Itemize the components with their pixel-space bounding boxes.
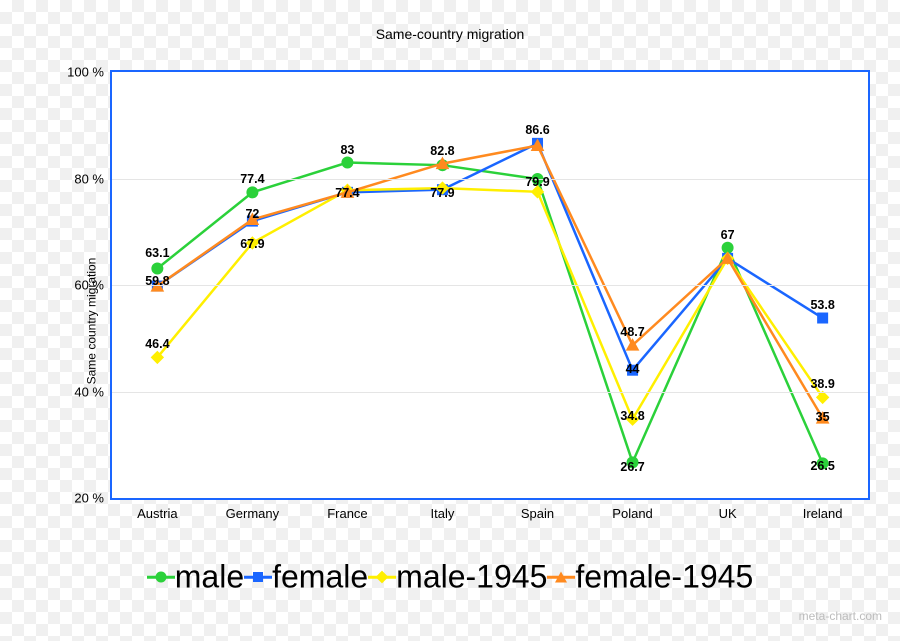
legend-label: male bbox=[175, 559, 244, 595]
data-label: 48.7 bbox=[620, 325, 644, 339]
legend-label: female bbox=[272, 559, 368, 595]
y-tick: 100 % bbox=[67, 65, 112, 80]
data-label: 38.9 bbox=[810, 377, 834, 391]
legend-label: male-1945 bbox=[396, 559, 547, 595]
data-label: 46.4 bbox=[145, 337, 169, 351]
chart-container: Same-country migration Same country migr… bbox=[0, 0, 900, 641]
legend-item: female-1945 bbox=[547, 556, 753, 592]
data-label: 67.9 bbox=[240, 237, 264, 251]
data-label: 77.4 bbox=[240, 172, 264, 186]
data-label: 86.6 bbox=[525, 123, 549, 137]
legend-item: female bbox=[244, 556, 368, 592]
data-label: 26.5 bbox=[810, 459, 834, 473]
data-label: 77.4 bbox=[335, 186, 359, 200]
data-point bbox=[247, 187, 258, 198]
data-label: 79.9 bbox=[525, 175, 549, 189]
data-point bbox=[152, 263, 163, 274]
data-label: 44 bbox=[626, 362, 640, 376]
x-tick: UK bbox=[719, 498, 737, 521]
data-label: 82.8 bbox=[430, 144, 454, 158]
plot-area: 20 %40 %60 %80 %100 %AustriaGermanyFranc… bbox=[110, 70, 870, 500]
data-label: 34.8 bbox=[620, 409, 644, 423]
watermark: meta-chart.com bbox=[799, 609, 882, 623]
data-label: 67 bbox=[721, 228, 735, 242]
x-tick: Ireland bbox=[803, 498, 843, 521]
data-label: 35 bbox=[816, 410, 830, 424]
data-point bbox=[342, 157, 353, 168]
x-tick: France bbox=[327, 498, 367, 521]
data-label: 72 bbox=[245, 207, 259, 221]
data-label: 53.8 bbox=[810, 298, 834, 312]
chart-title: Same-country migration bbox=[0, 26, 900, 42]
y-tick: 20 % bbox=[74, 491, 112, 506]
legend-label: female-1945 bbox=[575, 559, 753, 595]
legend: male female male-1945 female-1945 bbox=[0, 558, 900, 593]
data-label: 77.9 bbox=[430, 186, 454, 200]
legend-item: male-1945 bbox=[368, 556, 547, 592]
x-tick: Germany bbox=[226, 498, 279, 521]
y-tick: 80 % bbox=[74, 171, 112, 186]
legend-item: male bbox=[147, 556, 244, 592]
data-label: 26.7 bbox=[620, 460, 644, 474]
data-label: 83 bbox=[340, 143, 354, 157]
series-line bbox=[157, 145, 822, 418]
x-tick: Italy bbox=[431, 498, 455, 521]
data-label: 59.8 bbox=[145, 274, 169, 288]
x-tick: Spain bbox=[521, 498, 554, 521]
x-tick: Poland bbox=[612, 498, 652, 521]
x-tick: Austria bbox=[137, 498, 177, 521]
y-tick: 40 % bbox=[74, 384, 112, 399]
data-label: 63.1 bbox=[145, 246, 169, 260]
y-tick: 60 % bbox=[74, 278, 112, 293]
data-point bbox=[818, 313, 828, 323]
y-axis-label: Same country migration bbox=[84, 257, 98, 384]
